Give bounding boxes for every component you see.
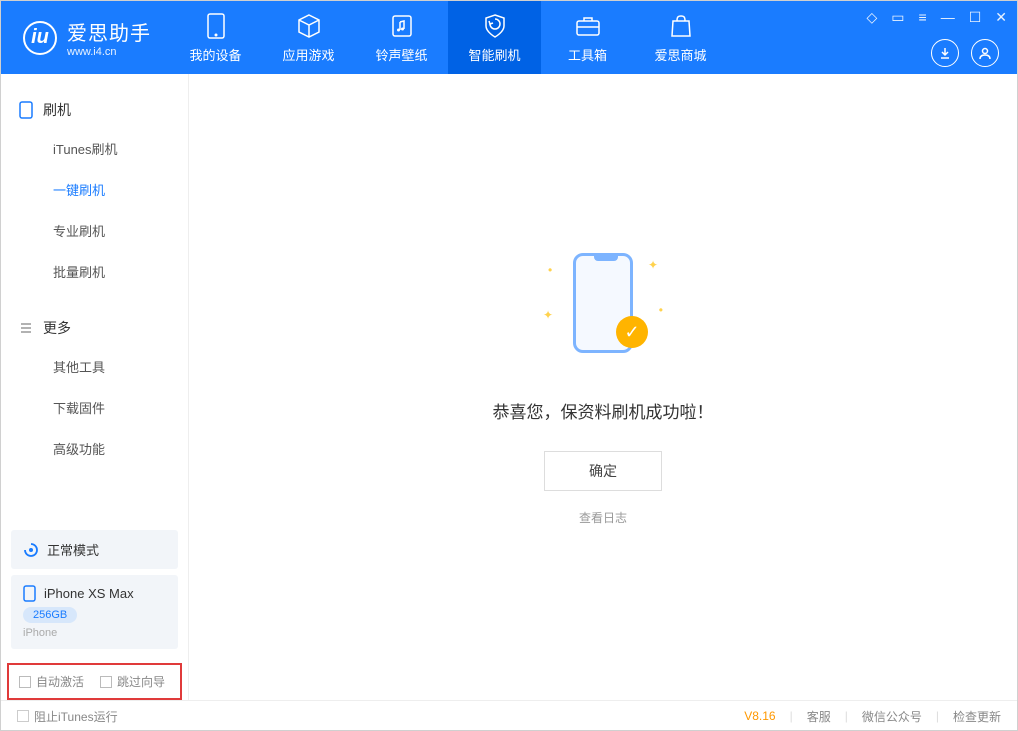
version-label: V8.16 (744, 709, 775, 723)
sidebar-item-batch[interactable]: 批量刷机 (1, 251, 188, 292)
music-icon (388, 12, 416, 40)
tab-apps[interactable]: 应用游戏 (262, 1, 355, 74)
device-type: iPhone (23, 627, 166, 639)
success-message: 恭喜您，保资料刷机成功啦！ (493, 398, 714, 423)
app-header: iu 爱思助手 www.i4.cn 我的设备 应用游戏 铃声壁纸 智能刷机 工具… (1, 1, 1017, 74)
tab-ringtones[interactable]: 铃声壁纸 (355, 1, 448, 74)
footer-link-update[interactable]: 检查更新 (953, 708, 1001, 725)
shield-icon (481, 12, 509, 40)
tab-flash[interactable]: 智能刷机 (448, 1, 541, 74)
sidebar-item-pro[interactable]: 专业刷机 (1, 210, 188, 251)
sidebar-item-tools[interactable]: 其他工具 (1, 346, 188, 387)
device-mode[interactable]: 正常模式 (11, 530, 178, 569)
app-logo: iu 爱思助手 www.i4.cn (1, 17, 169, 58)
flash-options: 自动激活 跳过向导 (7, 663, 182, 700)
footer-link-wechat[interactable]: 微信公众号 (862, 708, 922, 725)
storage-badge: 256GB (23, 607, 77, 623)
tab-store[interactable]: 爱思商城 (634, 1, 727, 74)
sidebar: 刷机 iTunes刷机 一键刷机 专业刷机 批量刷机 更多 其他工具 下载固件 … (1, 74, 189, 700)
close-icon[interactable]: ✕ (995, 9, 1007, 26)
minimize-icon[interactable]: — (941, 9, 955, 26)
header-actions (931, 39, 999, 67)
phone-small-icon (23, 585, 36, 602)
checkbox-auto-activate[interactable]: 自动激活 (19, 673, 84, 690)
download-icon[interactable] (931, 39, 959, 67)
shirt-icon[interactable]: ◇ (867, 9, 878, 26)
maximize-icon[interactable]: ☐ (969, 9, 982, 26)
main-tabs: 我的设备 应用游戏 铃声壁纸 智能刷机 工具箱 爱思商城 (169, 1, 727, 74)
toolbox-icon (574, 12, 602, 40)
list-icon (19, 321, 33, 335)
app-subtitle: www.i4.cn (67, 46, 151, 58)
success-illustration: ✦•✦• ✓ (543, 248, 663, 368)
logo-icon: iu (23, 21, 57, 55)
menu-icon[interactable]: ≡ (919, 9, 927, 26)
checkbox-skip-wizard[interactable]: 跳过向导 (100, 673, 165, 690)
ok-button[interactable]: 确定 (544, 451, 662, 491)
device-icon (202, 12, 230, 40)
user-icon[interactable] (971, 39, 999, 67)
tab-toolbox[interactable]: 工具箱 (541, 1, 634, 74)
sidebar-item-advanced[interactable]: 高级功能 (1, 428, 188, 469)
cube-icon (295, 12, 323, 40)
checkbox-block-itunes[interactable]: 阻止iTunes运行 (17, 708, 118, 725)
main-content: ✦•✦• ✓ 恭喜您，保资料刷机成功啦！ 确定 查看日志 (189, 74, 1017, 700)
checkmark-icon: ✓ (616, 316, 648, 348)
sidebar-section-more: 更多 (1, 310, 188, 346)
settings-icon[interactable]: ▭ (891, 9, 904, 26)
sidebar-section-flash: 刷机 (1, 92, 188, 128)
sidebar-item-firmware[interactable]: 下载固件 (1, 387, 188, 428)
status-bar: 阻止iTunes运行 V8.16 | 客服 | 微信公众号 | 检查更新 (1, 700, 1017, 731)
refresh-icon (23, 542, 39, 558)
bag-icon (667, 12, 695, 40)
footer-link-support[interactable]: 客服 (807, 708, 831, 725)
view-log-link[interactable]: 查看日志 (579, 509, 627, 526)
sidebar-item-itunes[interactable]: iTunes刷机 (1, 128, 188, 169)
tab-my-device[interactable]: 我的设备 (169, 1, 262, 74)
device-info[interactable]: iPhone XS Max 256GB iPhone (11, 575, 178, 649)
window-controls: ◇ ▭ ≡ — ☐ ✕ (867, 9, 1007, 26)
sidebar-item-oneclick[interactable]: 一键刷机 (1, 169, 188, 210)
app-title: 爱思助手 (67, 17, 151, 46)
phone-icon (19, 101, 33, 119)
